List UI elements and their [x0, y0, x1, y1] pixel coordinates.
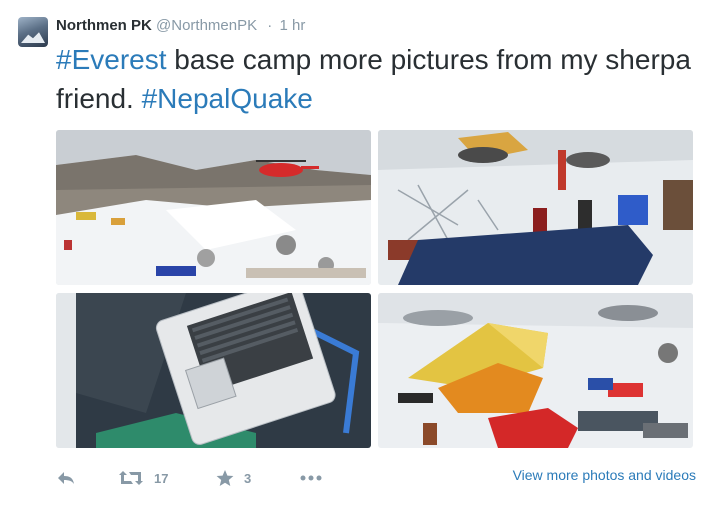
favorite-star-icon: [216, 469, 234, 487]
photo-laptop-gear[interactable]: [56, 293, 371, 448]
retweet-count: 17: [154, 470, 169, 486]
tweet-header: Northmen PK @NorthmenPK · 1 hr: [56, 16, 305, 36]
author-avatar[interactable]: [18, 17, 48, 47]
tweet-text: #Everest base camp more pictures from my…: [56, 40, 696, 118]
more-options-button[interactable]: [299, 466, 323, 490]
header-separator: ·: [267, 17, 273, 34]
tweet-actions: 17 3 View more photos and videos: [56, 466, 696, 490]
retweet-button[interactable]: 17: [118, 466, 168, 490]
photo-basecamp-helicopter[interactable]: [56, 130, 371, 285]
hashtag-everest[interactable]: #Everest: [56, 44, 167, 75]
author-name[interactable]: Northmen PK: [56, 17, 152, 34]
photo-collapsed-tent[interactable]: [378, 293, 693, 448]
favorite-button[interactable]: 3: [216, 466, 251, 490]
view-more-photos-link[interactable]: View more photos and videos: [513, 467, 696, 483]
photo-destroyed-camp[interactable]: [378, 130, 693, 285]
author-handle[interactable]: @NorthmenPK: [156, 17, 257, 34]
hashtag-nepalquake[interactable]: #NepalQuake: [142, 83, 313, 114]
retweet-icon: [118, 470, 144, 486]
more-dots-icon: [299, 474, 323, 482]
reply-icon: [56, 470, 76, 486]
photo-grid: [56, 130, 696, 448]
reply-button[interactable]: [56, 466, 76, 490]
favorite-count: 3: [244, 470, 252, 486]
tweet-timestamp[interactable]: 1 hr: [279, 17, 305, 34]
